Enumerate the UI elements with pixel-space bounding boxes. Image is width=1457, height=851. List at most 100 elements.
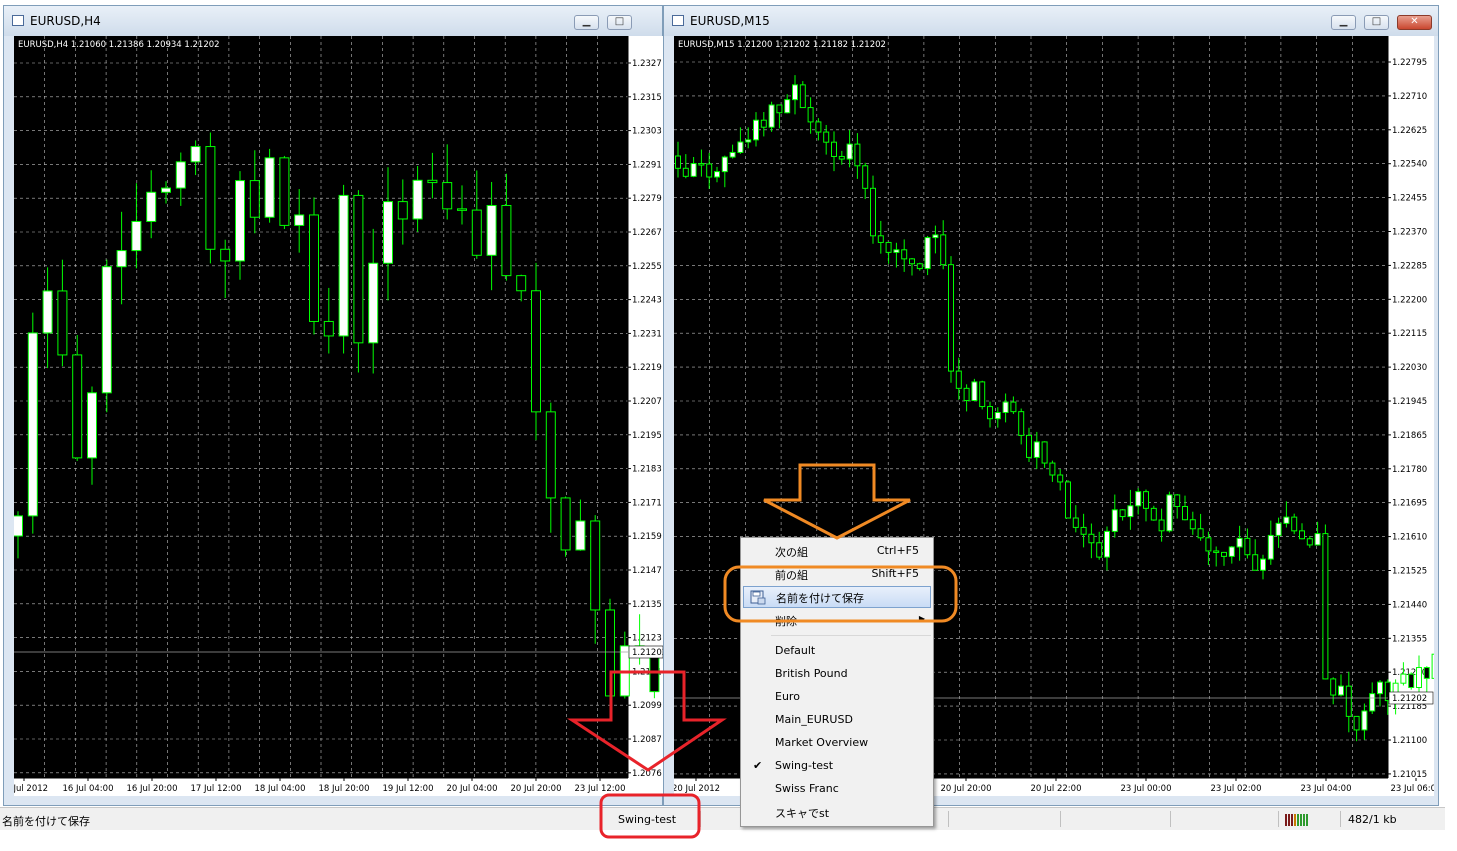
candle-body bbox=[979, 381, 986, 408]
x-axis-tick-label: 20 Jul 04:00 bbox=[447, 784, 498, 794]
menu-item-label: Main_EURUSD bbox=[775, 713, 853, 726]
candle-body bbox=[72, 354, 83, 459]
y-axis-tick-label: 1.2171 bbox=[632, 498, 662, 508]
candle-body bbox=[57, 290, 68, 356]
window-titlebar[interactable]: EURUSD,M15 ▁ □ ✕ bbox=[664, 6, 1438, 36]
candle-body bbox=[846, 143, 853, 160]
candle-body bbox=[1338, 685, 1344, 696]
y-axis-tick-label: 1.2255 bbox=[632, 262, 662, 272]
candle-body bbox=[994, 411, 1001, 420]
menu-item-prev-profile[interactable]: 前の組 Shift+F5 bbox=[741, 563, 933, 585]
candle-body bbox=[1088, 533, 1095, 544]
candle-body bbox=[1314, 533, 1321, 546]
minimize-button[interactable]: ▁ bbox=[574, 15, 599, 30]
candle-body bbox=[471, 209, 482, 256]
candle-body bbox=[1119, 509, 1126, 518]
candle-body bbox=[776, 104, 783, 114]
menu-item-label: 前の組 bbox=[775, 569, 808, 582]
candle-body bbox=[619, 645, 630, 697]
candle-body bbox=[690, 163, 697, 177]
status-divider bbox=[600, 811, 601, 827]
candle-body bbox=[161, 187, 171, 193]
candle-body bbox=[737, 141, 744, 153]
x-axis-tick-label: 18 Jul 20:00 bbox=[319, 784, 370, 794]
candle-body bbox=[1018, 411, 1025, 436]
candle-body bbox=[1010, 401, 1017, 413]
menu-item-profile[interactable]: Default bbox=[741, 640, 933, 662]
candle-body bbox=[1377, 681, 1383, 695]
candle-body bbox=[531, 290, 541, 413]
y-axis-tick-label: 1.21100 bbox=[1392, 736, 1427, 746]
candle-body bbox=[854, 143, 861, 167]
candle-body bbox=[1026, 434, 1032, 458]
chart-info-ohlc: EURUSD,M15 1.21200 1.21202 1.21182 1.212… bbox=[678, 40, 886, 50]
menu-item-delete[interactable]: 削除 ▶ bbox=[741, 609, 933, 631]
candle-body bbox=[1033, 441, 1040, 458]
x-axis-tick-label: 13 Jul 2012 bbox=[14, 784, 48, 794]
checkmark-icon: ✔ bbox=[753, 759, 763, 772]
x-axis-tick-label: 16 Jul 04:00 bbox=[63, 784, 114, 794]
y-axis-tick-label: 1.21610 bbox=[1392, 533, 1427, 543]
profiles-context-menu[interactable]: 次の組 Ctrl+F5 前の組 Shift+F5 名前を付けて保存 削除 ▶ D… bbox=[740, 537, 934, 827]
menu-item-profile[interactable]: British Pound bbox=[741, 663, 933, 685]
candle-body bbox=[1416, 667, 1422, 689]
candle-body bbox=[729, 151, 736, 158]
close-button[interactable]: ✕ bbox=[1397, 15, 1432, 30]
menu-item-profile[interactable]: Market Overview bbox=[741, 732, 933, 754]
candle-body bbox=[893, 249, 900, 253]
candle-body bbox=[338, 194, 349, 337]
window-titlebar[interactable]: EURUSD,H4 ▁ □ bbox=[4, 6, 662, 36]
menu-item-profile[interactable]: Main_EURUSD bbox=[741, 709, 933, 731]
candle-body bbox=[987, 406, 993, 420]
menu-separator bbox=[771, 635, 931, 636]
candle-body bbox=[501, 204, 512, 277]
maximize-button[interactable]: □ bbox=[607, 15, 632, 30]
candle-body bbox=[714, 171, 720, 178]
y-axis-tick-label: 1.2183 bbox=[632, 465, 662, 475]
y-axis-tick-label: 1.21525 bbox=[1392, 567, 1427, 577]
candle-body bbox=[323, 320, 334, 337]
candle-body bbox=[1228, 546, 1235, 557]
menu-item-profile[interactable]: Swiss Franc bbox=[741, 778, 933, 800]
menu-item-next-profile[interactable]: 次の組 Ctrl+F5 bbox=[741, 540, 933, 562]
candle-body bbox=[190, 146, 201, 163]
chart-window-icon bbox=[12, 15, 24, 26]
candle-body bbox=[560, 497, 571, 551]
menu-item-profile[interactable]: スキャでst bbox=[741, 801, 933, 823]
price-chart-h4[interactable]: 1.2327 1.2315 1.2303 1.2291 1.2279 1.2267 1.22… bbox=[14, 36, 664, 796]
minimize-button[interactable]: ▁ bbox=[1331, 15, 1356, 30]
y-axis-tick-label: 1.22200 bbox=[1392, 295, 1427, 305]
x-axis-tick-label: 20 Jul 22:00 bbox=[1031, 784, 1082, 794]
candle-body bbox=[1057, 474, 1064, 483]
status-bar: 名前を付けて保存 Swing-test 482/1 kb bbox=[0, 807, 1445, 830]
candle-body bbox=[1182, 506, 1188, 521]
menu-item-profile[interactable]: ✔ Swing-test bbox=[741, 755, 933, 777]
menu-item-label: 次の組 bbox=[775, 546, 808, 559]
y-axis-tick-label: 1.21780 bbox=[1392, 465, 1427, 475]
menu-item-profile[interactable]: Euro bbox=[741, 686, 933, 708]
status-profile-name[interactable]: Swing-test bbox=[618, 813, 676, 826]
status-divider bbox=[1340, 811, 1341, 827]
candle-body bbox=[294, 214, 305, 226]
x-axis-tick-label: 23 Jul 04:00 bbox=[1301, 784, 1352, 794]
candle-body bbox=[760, 119, 767, 128]
candle-body bbox=[784, 99, 791, 114]
candle-body bbox=[1408, 673, 1415, 689]
candle-body bbox=[1174, 494, 1181, 508]
candle-body bbox=[1166, 494, 1173, 532]
candle-body bbox=[1096, 542, 1103, 558]
menu-item-save-as[interactable]: 名前を付けて保存 bbox=[743, 586, 931, 608]
candle-body bbox=[1244, 537, 1251, 556]
candle-body bbox=[590, 520, 601, 611]
candle-body bbox=[1431, 653, 1434, 679]
connection-bars-icon bbox=[1285, 814, 1308, 826]
maximize-button[interactable]: □ bbox=[1364, 15, 1389, 30]
x-axis-tick-label: 18 Jul 04:00 bbox=[255, 784, 306, 794]
y-axis-tick-label: 1.2087 bbox=[632, 735, 662, 745]
candle-body bbox=[1400, 673, 1407, 684]
candle-body bbox=[264, 157, 275, 218]
candle-body bbox=[706, 163, 713, 178]
candle-body bbox=[1252, 554, 1259, 571]
y-axis-tick-label: 1.21865 bbox=[1392, 431, 1427, 441]
candle-body bbox=[1127, 505, 1134, 518]
